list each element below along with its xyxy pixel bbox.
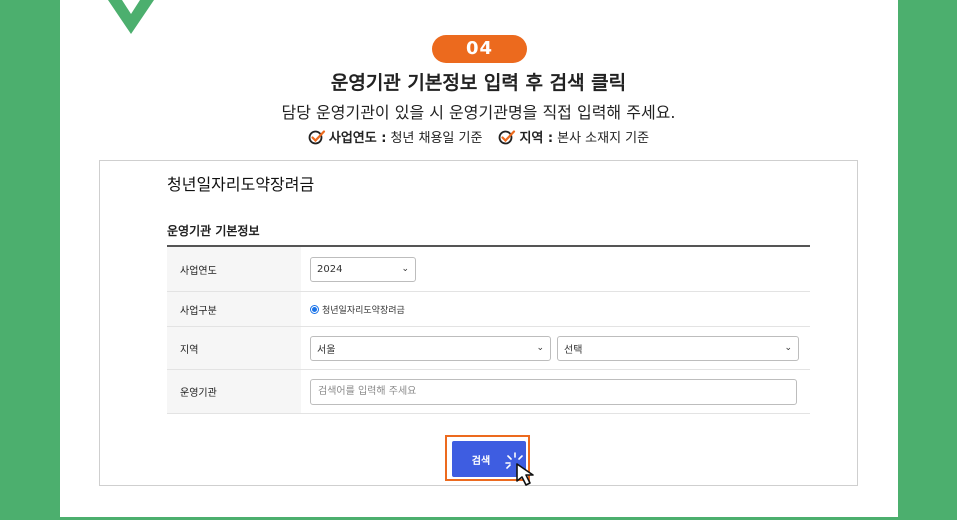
check-circle-icon bbox=[308, 129, 325, 144]
note-text: 청년 채용일 기준 bbox=[390, 131, 483, 146]
region-select-value: 서울 bbox=[317, 344, 336, 356]
note-label: 사업연도 : bbox=[328, 131, 387, 146]
section-title: 운영기관 기본정보 bbox=[167, 224, 260, 238]
table-row: 지역 서울 ⌄ 선택 ⌄ bbox=[167, 327, 810, 370]
chevron-down-icon: ⌄ bbox=[536, 343, 544, 353]
row-value: 청년일자리도약장려금 bbox=[301, 292, 810, 326]
check-decoration-icon bbox=[108, 0, 154, 34]
radio-selected[interactable] bbox=[310, 304, 319, 314]
row-value bbox=[301, 370, 810, 413]
step-notes: 사업연도 : 청년 채용일 기준 지역 : 본사 소재지 기준 bbox=[0, 127, 957, 146]
step-title: 운영기관 기본정보 입력 후 검색 클릭 bbox=[330, 72, 627, 94]
chevron-down-icon: ⌄ bbox=[784, 343, 792, 353]
chevron-down-icon: ⌄ bbox=[401, 264, 409, 274]
step-badge: 04 bbox=[432, 35, 527, 63]
program-title: 청년일자리도약장려금 bbox=[167, 175, 315, 194]
note-region: 지역 : 본사 소재지 기준 bbox=[498, 127, 649, 146]
check-circle-icon bbox=[499, 129, 516, 144]
info-table: 사업연도 2024 ⌄ 사업구분 청년일자리도약장려금 지역 서울 ⌄ 선택 ⌄ bbox=[167, 245, 810, 414]
cursor-icon bbox=[516, 463, 534, 486]
note-label: 지역 : bbox=[519, 131, 554, 146]
table-row: 운영기관 bbox=[167, 370, 810, 414]
note-text: 본사 소재지 기준 bbox=[557, 131, 650, 146]
subregion-select[interactable]: 선택 ⌄ bbox=[557, 335, 799, 361]
row-value: 서울 ⌄ 선택 ⌄ bbox=[301, 327, 810, 369]
agency-search-input[interactable] bbox=[310, 378, 797, 405]
row-label-year: 사업연도 bbox=[167, 247, 301, 291]
step-subtitle: 담당 운영기관이 있을 시 운영기관명을 직접 입력해 주세요. bbox=[281, 103, 676, 122]
radio-label: 청년일자리도약장려금 bbox=[322, 305, 405, 316]
subregion-select-value: 선택 bbox=[564, 344, 583, 356]
row-value: 2024 ⌄ bbox=[301, 247, 810, 291]
table-row: 사업구분 청년일자리도약장려금 bbox=[167, 292, 810, 327]
type-radio-option[interactable]: 청년일자리도약장려금 bbox=[310, 303, 405, 316]
row-label-type: 사업구분 bbox=[167, 292, 301, 326]
note-year: 사업연도 : 청년 채용일 기준 bbox=[308, 127, 483, 146]
table-row: 사업연도 2024 ⌄ bbox=[167, 247, 810, 292]
year-select[interactable]: 2024 ⌄ bbox=[310, 256, 416, 282]
year-select-value: 2024 bbox=[317, 263, 343, 275]
region-select[interactable]: 서울 ⌄ bbox=[310, 335, 551, 361]
row-label-agency: 운영기관 bbox=[167, 370, 301, 413]
row-label-region: 지역 bbox=[167, 327, 301, 369]
